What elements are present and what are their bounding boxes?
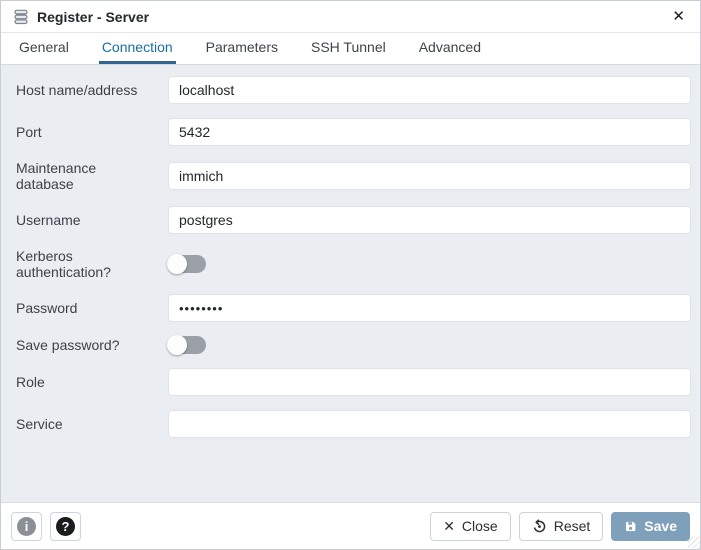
maintenance-db-label: Maintenance database bbox=[16, 160, 168, 192]
tab-ssh-tunnel[interactable]: SSH Tunnel bbox=[308, 33, 389, 64]
hostname-label: Host name/address bbox=[16, 82, 168, 98]
info-button[interactable]: i bbox=[11, 512, 42, 541]
port-input[interactable] bbox=[168, 118, 691, 146]
form-row-service: Service bbox=[16, 410, 691, 438]
save-button-label: Save bbox=[644, 518, 677, 534]
form-row-hostname: Host name/address bbox=[16, 76, 691, 104]
password-label: Password bbox=[16, 300, 168, 316]
form-row-maintenance-db: Maintenance database bbox=[16, 160, 691, 192]
maintenance-db-input[interactable] bbox=[168, 162, 691, 190]
form-row-role: Role bbox=[16, 368, 691, 396]
resize-handle[interactable] bbox=[688, 537, 700, 549]
form-row-password: Password bbox=[16, 294, 691, 322]
dialog-footer: i ? ✕ Close Reset bbox=[1, 502, 700, 549]
form-row-port: Port bbox=[16, 118, 691, 146]
username-label: Username bbox=[16, 212, 168, 228]
tab-advanced[interactable]: Advanced bbox=[416, 33, 484, 64]
tab-general[interactable]: General bbox=[16, 33, 72, 64]
help-icon: ? bbox=[56, 517, 75, 536]
save-floppy-icon bbox=[624, 520, 637, 533]
password-input[interactable] bbox=[168, 294, 691, 322]
info-icon: i bbox=[17, 517, 36, 536]
role-input[interactable] bbox=[168, 368, 691, 396]
tab-connection[interactable]: Connection bbox=[99, 33, 176, 64]
service-label: Service bbox=[16, 416, 168, 432]
port-label: Port bbox=[16, 124, 168, 140]
dialog-title: Register - Server bbox=[37, 9, 149, 25]
form-row-username: Username bbox=[16, 206, 691, 234]
connection-form: Host name/address Port Maintenance datab… bbox=[1, 65, 700, 502]
save-button[interactable]: Save bbox=[611, 512, 690, 541]
username-input[interactable] bbox=[168, 206, 691, 234]
close-button-label: Close bbox=[462, 518, 498, 534]
reset-button-label: Reset bbox=[554, 518, 591, 534]
role-label: Role bbox=[16, 374, 168, 390]
reset-icon bbox=[532, 519, 547, 534]
service-input[interactable] bbox=[168, 410, 691, 438]
register-server-dialog: Register - Server ✕ General Connection P… bbox=[0, 0, 701, 550]
help-button[interactable]: ? bbox=[50, 512, 81, 541]
form-row-save-password: Save password? bbox=[16, 336, 691, 354]
kerberos-toggle[interactable] bbox=[168, 255, 206, 273]
close-button[interactable]: ✕ Close bbox=[430, 512, 511, 541]
close-x-icon: ✕ bbox=[443, 518, 455, 535]
server-icon bbox=[13, 9, 29, 25]
tab-parameters[interactable]: Parameters bbox=[203, 33, 281, 64]
save-password-toggle[interactable] bbox=[168, 336, 206, 354]
close-icon[interactable]: ✕ bbox=[669, 7, 688, 26]
reset-button[interactable]: Reset bbox=[519, 512, 604, 541]
kerberos-label: Kerberos authentication? bbox=[16, 248, 168, 280]
dialog-titlebar: Register - Server ✕ bbox=[1, 1, 700, 33]
form-row-kerberos: Kerberos authentication? bbox=[16, 248, 691, 280]
save-password-label: Save password? bbox=[16, 337, 168, 353]
tab-bar: General Connection Parameters SSH Tunnel… bbox=[1, 33, 700, 65]
hostname-input[interactable] bbox=[168, 76, 691, 104]
